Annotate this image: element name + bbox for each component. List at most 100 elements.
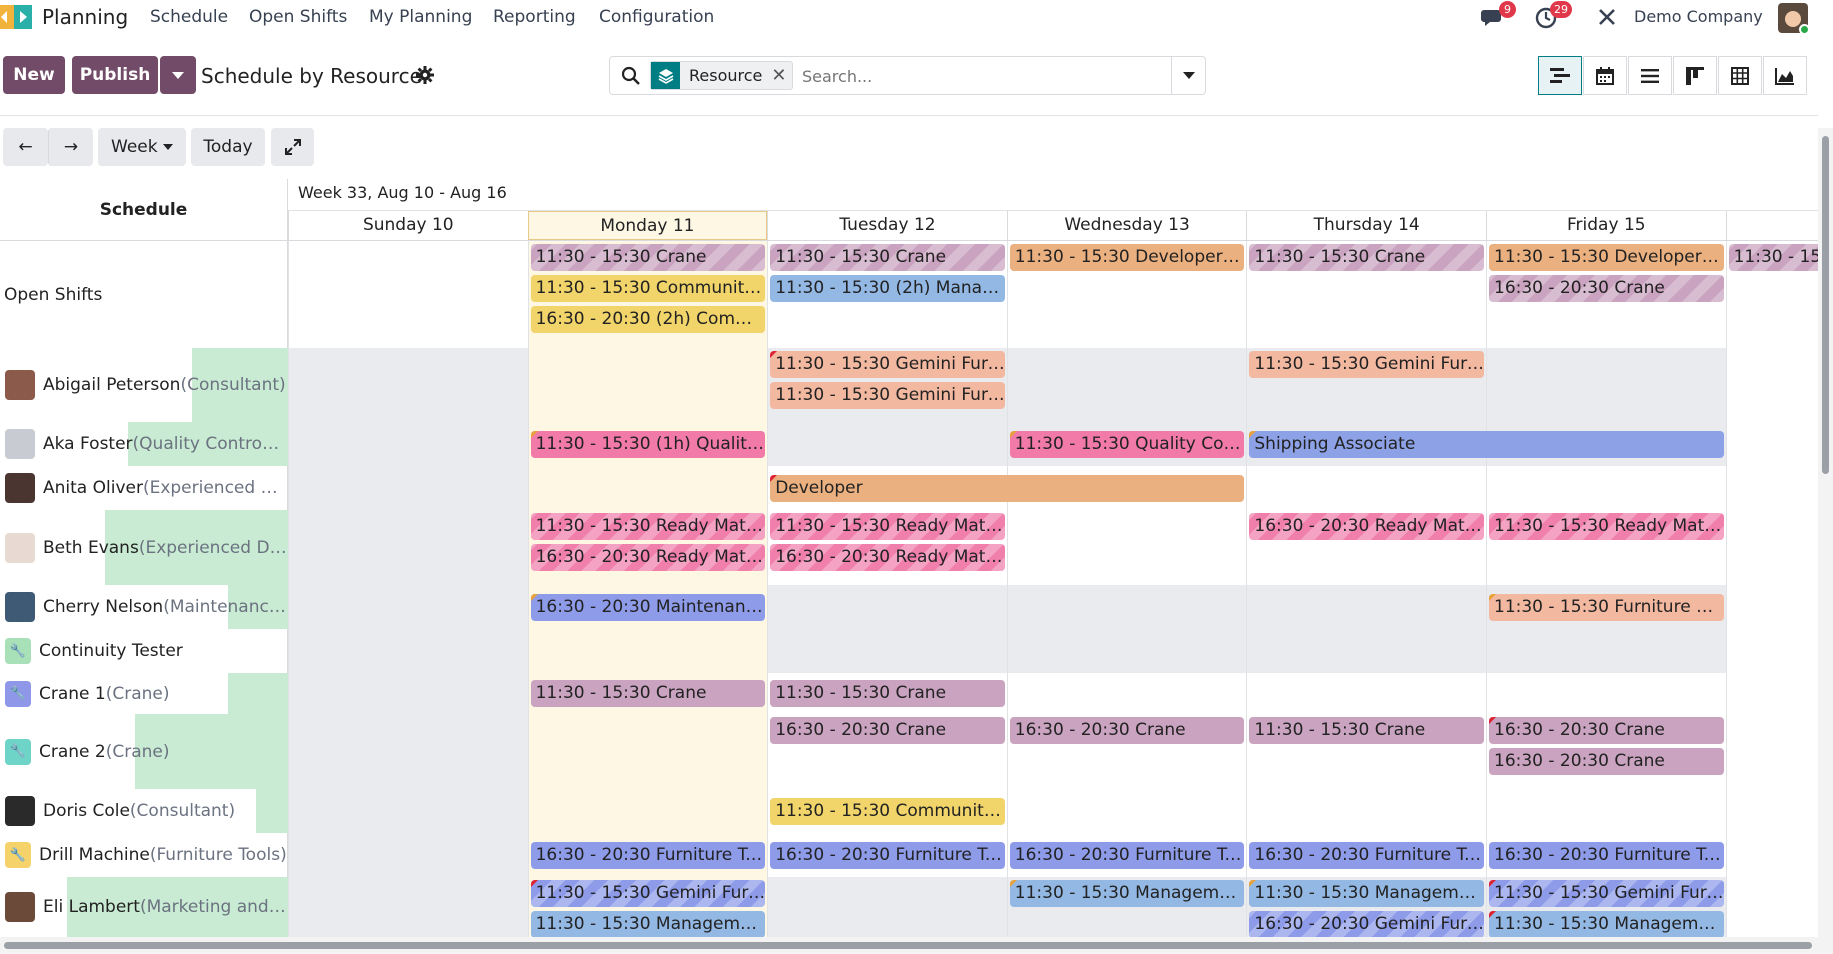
shift-pill[interactable]: 11:30 - 15:30 Furniture Assembly	[1489, 593, 1724, 621]
resource-row-header[interactable]: Open Shifts	[0, 241, 288, 348]
next-button[interactable]: →	[48, 128, 93, 166]
shift-pill[interactable]: 16:30 - 20:30 Ready Mat - Installation	[770, 544, 1005, 571]
gantt-cell[interactable]	[288, 673, 528, 714]
shift-pill[interactable]: 11:30 - 15:30 Quality Control	[1009, 430, 1245, 458]
shift-pill[interactable]: 16:30 - 20:30 Crane	[1489, 275, 1724, 302]
gantt-cell[interactable]	[288, 789, 528, 833]
gantt-cell[interactable]	[1725, 789, 1818, 833]
shift-pill[interactable]: 11:30 - 15:30 Ready Mat - Installation	[530, 513, 766, 540]
gantt-cell[interactable]	[288, 629, 528, 673]
nav-reporting[interactable]: Reporting	[493, 7, 576, 27]
shift-pill[interactable]: 11:30 - 15:30 Gemini Furniture	[1489, 880, 1724, 907]
gantt-cell[interactable]	[527, 789, 768, 833]
shift-pill[interactable]: 11:30 - 15:30 Ready Mat - Installation	[770, 513, 1005, 540]
gantt-cell[interactable]	[288, 585, 528, 629]
gantt-cell[interactable]	[1725, 348, 1818, 422]
vertical-scrollbar[interactable]	[1818, 128, 1833, 954]
gantt-cell[interactable]	[1725, 714, 1818, 789]
shift-pill[interactable]: 11:30 - 15:30 Management	[1249, 880, 1484, 907]
resource-row-header[interactable]: 🔧 Drill Machine (Furniture Tools)	[0, 833, 288, 877]
gantt-cell[interactable]	[1006, 585, 1247, 629]
resource-row-header[interactable]: 🔧 Continuity Tester	[0, 629, 288, 673]
gantt-cell[interactable]	[1246, 466, 1486, 510]
shift-pill[interactable]: 11:30 - 15:30 Crane	[530, 680, 766, 707]
publish-button[interactable]: Publish	[72, 56, 158, 94]
gantt-cell[interactable]	[767, 585, 1007, 629]
gantt-cell[interactable]	[1725, 833, 1818, 877]
previous-button[interactable]: ←	[3, 128, 48, 166]
debug-tools-icon[interactable]	[1597, 7, 1619, 29]
gantt-cell[interactable]	[288, 714, 528, 789]
gantt-cell[interactable]	[1006, 789, 1247, 833]
gantt-cell[interactable]	[1006, 348, 1247, 422]
shift-pill[interactable]: 16:30 - 20:30 Furniture Tools	[1249, 841, 1484, 869]
today-button[interactable]: Today	[191, 128, 265, 166]
view-calendar-button[interactable]	[1583, 56, 1627, 95]
view-kanban-button[interactable]	[1673, 56, 1717, 95]
shift-pill[interactable]: 11:30 - 15:30 Community Manager	[530, 275, 766, 302]
resource-row-header[interactable]: Doris Cole (Consultant)	[0, 789, 288, 833]
gantt-cell[interactable]	[1006, 629, 1247, 673]
gantt-cell[interactable]	[1486, 789, 1726, 833]
resource-row-header[interactable]: Eli Lambert (Marketing and Community Man…	[0, 877, 288, 937]
gantt-cell[interactable]	[1486, 348, 1726, 422]
shift-pill[interactable]: 11:30 - 15:30 Gemini Furniture	[770, 382, 1005, 409]
shift-pill[interactable]: 11:30 - 15:30 Gemini Furniture	[1249, 351, 1484, 378]
remove-facet-icon[interactable]: ✕	[771, 65, 792, 86]
gantt-cell[interactable]	[288, 833, 528, 877]
resource-row-header[interactable]: 🔧 Crane 2 (Crane)	[0, 714, 288, 789]
shift-pill[interactable]: 16:30 - 20:30 Crane	[1489, 748, 1724, 775]
gantt-cell[interactable]	[1246, 789, 1486, 833]
shift-pill[interactable]: 16:30 - 20:30 Furniture Tools	[530, 841, 766, 869]
gantt-cell[interactable]	[288, 422, 528, 466]
gantt-cell[interactable]	[1006, 510, 1247, 585]
gantt-cell[interactable]	[1725, 673, 1818, 714]
shift-pill[interactable]: 11:30 - 15:30 Management	[530, 911, 766, 937]
search-input[interactable]	[802, 63, 1152, 89]
gantt-cell[interactable]	[1486, 466, 1726, 510]
resource-row-header[interactable]: 🔧 Crane 1 (Crane)	[0, 673, 288, 714]
shift-pill[interactable]: 11:30 - 15:30 Management	[1009, 880, 1245, 907]
gantt-cell[interactable]	[1725, 585, 1818, 629]
shift-pill[interactable]: Developer	[770, 474, 1245, 502]
shift-pill[interactable]: 16:30 - 20:30 Ready Mat - Installation	[1249, 513, 1484, 540]
resource-row-header[interactable]: Beth Evans (Experienced Developer)	[0, 510, 288, 585]
view-list-button[interactable]	[1628, 56, 1672, 95]
scale-dropdown[interactable]: Week	[98, 128, 186, 166]
app-name[interactable]: Planning	[42, 5, 128, 29]
shift-pill[interactable]: 11:30 - 15:30 Developer - Architect	[1489, 244, 1724, 271]
shift-pill[interactable]: 11:30 - 15:30 Ready Mat - Installation	[1489, 513, 1724, 540]
gantt-cell[interactable]	[1725, 422, 1818, 466]
shift-pill[interactable]: 16:30 - 20:30 Crane	[1489, 717, 1724, 744]
gantt-cell[interactable]	[1725, 466, 1818, 510]
shift-pill[interactable]: 11:30 - 15:30 (2h) Management	[770, 275, 1005, 302]
gantt-cell[interactable]	[527, 714, 768, 789]
gear-icon[interactable]	[416, 66, 434, 84]
horizontal-scrollbar[interactable]	[0, 937, 1818, 954]
gantt-cell[interactable]	[1246, 673, 1486, 714]
user-avatar[interactable]	[1778, 3, 1810, 35]
gantt-cell[interactable]	[767, 629, 1007, 673]
gantt-cell[interactable]	[767, 422, 1007, 466]
search-options-toggle[interactable]	[1171, 57, 1206, 94]
nav-my-planning[interactable]: My Planning	[369, 7, 472, 27]
shift-pill[interactable]: 11:30 - 15:30 Gemini Furniture	[530, 880, 766, 907]
shift-pill[interactable]: 16:30 - 20:30 Crane	[1009, 717, 1245, 744]
publish-dropdown-toggle[interactable]	[160, 56, 196, 94]
new-button[interactable]: New	[3, 56, 65, 94]
nav-open-shifts[interactable]: Open Shifts	[249, 7, 347, 27]
gantt-cell[interactable]	[288, 877, 528, 937]
shift-pill[interactable]: 11:30 - 15:30 Developer - Architect	[1009, 244, 1245, 271]
gantt-cell[interactable]	[1246, 585, 1486, 629]
shift-pill[interactable]: 11:30 - 15:30 Crane	[770, 680, 1005, 707]
view-gantt-button[interactable]	[1538, 56, 1582, 95]
shift-pill[interactable]: 16:30 - 20:30 Gemini Furniture	[1249, 911, 1484, 937]
gantt-cell[interactable]	[288, 348, 528, 422]
shift-pill[interactable]: 11:30 - 15:30 Crane	[1249, 244, 1484, 271]
shift-pill[interactable]: 11:30 - 15:30 (1h) Quality Control	[530, 430, 766, 458]
shift-pill[interactable]: 11:30 - 15:30 Crane	[770, 244, 1005, 271]
gantt-cell[interactable]	[527, 348, 768, 422]
gantt-cell[interactable]	[1246, 629, 1486, 673]
search-facet-resource[interactable]: Resource ✕	[650, 61, 794, 90]
gantt-cell[interactable]	[1006, 673, 1247, 714]
